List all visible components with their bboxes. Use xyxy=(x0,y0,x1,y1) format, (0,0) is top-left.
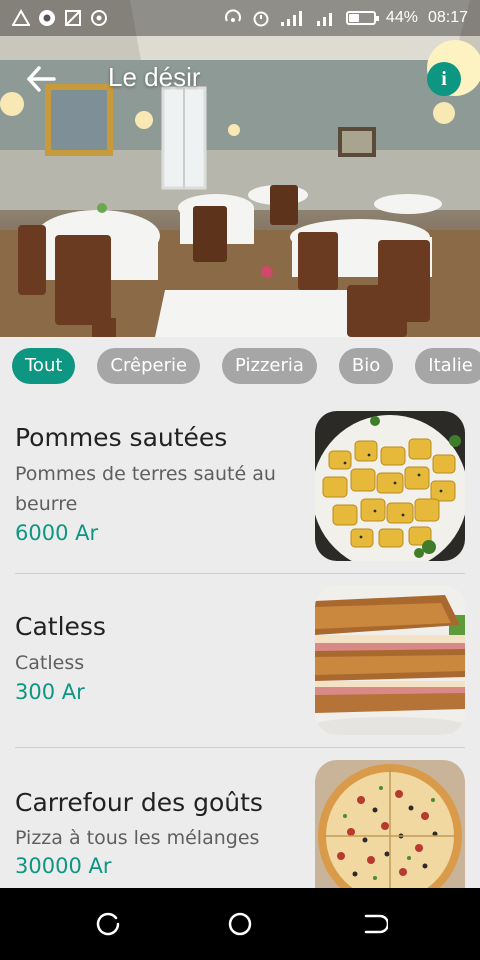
target-icon xyxy=(91,10,107,26)
system-navigation-bar xyxy=(0,888,480,960)
dish-image xyxy=(315,585,465,735)
category-filter-bar: Tout Crêperie Pizzeria Bio Italie xyxy=(0,345,480,385)
battery-percentage: 44% xyxy=(385,9,418,26)
dish-list: Pommes sautées Pommes de terres sauté au… xyxy=(0,397,480,888)
recent-apps-icon[interactable] xyxy=(94,910,122,938)
hotspot-icon xyxy=(224,9,241,22)
warning-icon xyxy=(12,9,30,26)
signal-strength-icon xyxy=(280,11,302,26)
alarm-icon xyxy=(253,11,269,27)
dish-name: Pommes sautées xyxy=(15,423,228,452)
filter-chip-italie[interactable]: Italie xyxy=(415,348,480,384)
back-icon[interactable] xyxy=(360,910,388,938)
dish-description: Pommes de terres sauté au beurre xyxy=(15,463,276,515)
dish-name: Carrefour des goûts xyxy=(15,788,263,817)
dish-name: Catless xyxy=(15,612,106,641)
dish-price: 300 Ar xyxy=(15,680,85,704)
dish-image xyxy=(315,760,465,888)
filter-chip-tout[interactable]: Tout xyxy=(12,348,76,384)
home-circle-icon[interactable] xyxy=(226,910,254,938)
dish-description: Pizza à tous les mélanges xyxy=(15,827,260,849)
dish-image xyxy=(315,411,465,561)
dish-description: Catless xyxy=(15,652,85,674)
filter-chip-bio[interactable]: Bio xyxy=(338,348,394,384)
chrome-icon xyxy=(39,10,55,26)
screenshot-icon xyxy=(65,10,81,26)
dish-price: 30000 Ar xyxy=(15,854,112,878)
filter-chip-pizzeria[interactable]: Pizzeria xyxy=(222,348,317,384)
dish-item[interactable]: Carrefour des goûts Pizza à tous les mél… xyxy=(15,748,465,888)
battery-icon xyxy=(345,11,379,25)
filter-chip-creperie[interactable]: Crêperie xyxy=(97,348,201,384)
app-bar: Le désir i xyxy=(0,48,480,108)
dish-price: 6000 Ar xyxy=(15,521,99,545)
restaurant-title: Le désir xyxy=(108,62,201,92)
info-icon[interactable]: i xyxy=(427,62,461,96)
arrow-left-icon[interactable] xyxy=(24,62,58,96)
info-glyph: i xyxy=(441,67,447,90)
dish-item[interactable]: Catless Catless 300 Ar xyxy=(15,574,465,748)
signal-strength-2-icon xyxy=(316,13,332,26)
clock: 08:17 xyxy=(427,9,468,26)
status-bar: 44% 08:17 xyxy=(0,0,480,36)
dish-item[interactable]: Pommes sautées Pommes de terres sauté au… xyxy=(15,397,465,574)
